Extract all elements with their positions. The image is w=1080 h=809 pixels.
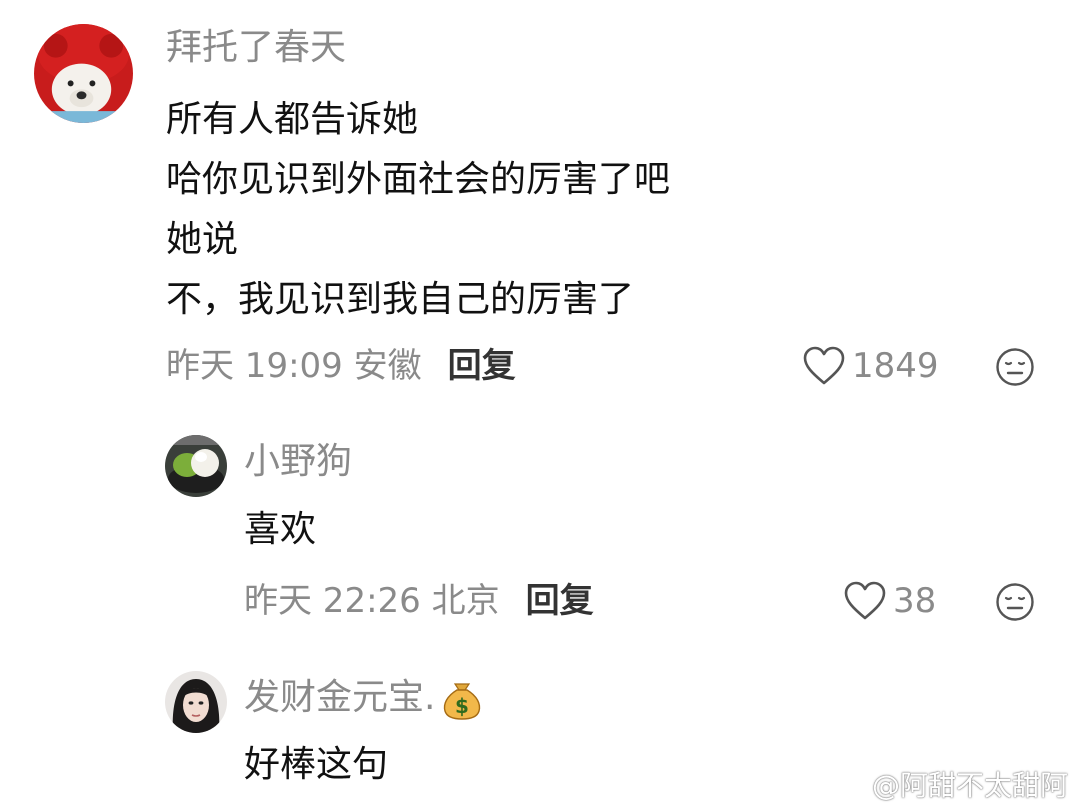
like-count: 38 xyxy=(893,581,937,621)
watermark-text: @阿甜不太甜阿 xyxy=(871,769,1068,802)
reply-text: 喜欢 xyxy=(244,509,317,550)
comment-text: 所有人都告诉她 哈你见识到外面社会的厉害了吧 她说 不，我见识到我自己的厉害了 xyxy=(166,90,670,330)
dislike-button[interactable] xyxy=(995,582,1035,622)
like-button[interactable]: 1849 xyxy=(802,344,939,388)
like-count: 1849 xyxy=(852,346,939,386)
comment-line: 她说 xyxy=(166,219,239,260)
polar-bear-red-hat-avatar xyxy=(34,24,133,123)
comment-line: 所有人都告诉她 xyxy=(166,99,419,140)
username-row: 发财金元宝. $ xyxy=(244,676,483,720)
dislike-button[interactable] xyxy=(995,347,1035,387)
comment-meta: 昨天 19:09 安徽 回复 xyxy=(166,344,516,388)
neutral-face-icon xyxy=(996,348,1034,386)
reply-button[interactable]: 回复 xyxy=(448,346,516,386)
watermark: @阿甜不太甜阿 xyxy=(830,769,1068,803)
username[interactable]: 拜托了春天 xyxy=(166,26,346,70)
username[interactable]: 小野狗 xyxy=(244,440,352,484)
like-button[interactable]: 38 xyxy=(843,579,936,623)
green-tea-dessert-avatar xyxy=(165,435,227,497)
comment-line: 不，我见识到我自己的厉害了 xyxy=(166,279,635,320)
avatar[interactable] xyxy=(34,24,133,123)
comment-line: 哈你见识到外面社会的厉害了吧 xyxy=(166,159,671,200)
woman-portrait-avatar xyxy=(165,671,227,733)
reply-meta: 昨天 22:26 北京 回复 xyxy=(244,579,594,623)
heart-icon xyxy=(844,581,886,620)
weibo-icon xyxy=(830,774,867,801)
neutral-face-icon xyxy=(996,583,1034,621)
heart-icon xyxy=(803,346,845,385)
timestamp-location: 昨天 19:09 安徽 xyxy=(166,346,422,386)
reply-text: 好棒这句 xyxy=(244,744,389,785)
comment-thread: 拜托了春天 所有人都告诉她 哈你见识到外面社会的厉害了吧 她说 不，我见识到我自… xyxy=(0,0,1080,809)
svg-text:$: $ xyxy=(455,694,469,718)
money-bag-icon: $ xyxy=(441,676,483,720)
username[interactable]: 发财金元宝. xyxy=(244,677,435,718)
timestamp-location: 昨天 22:26 北京 xyxy=(244,581,500,621)
avatar[interactable] xyxy=(165,671,227,733)
reply-button[interactable]: 回复 xyxy=(526,581,594,621)
avatar[interactable] xyxy=(165,435,227,497)
